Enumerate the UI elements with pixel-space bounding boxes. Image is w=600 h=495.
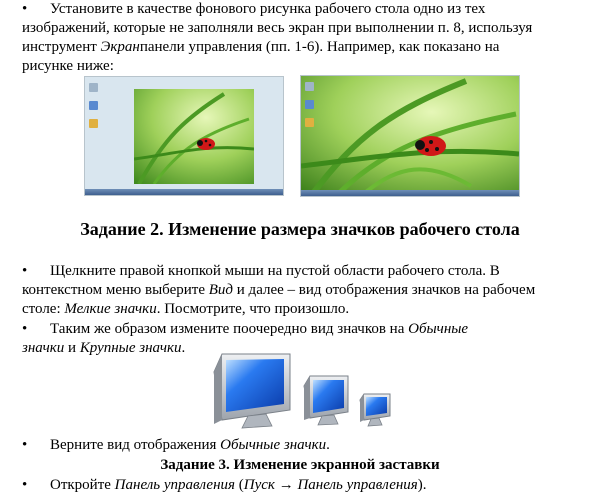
small-monitor-icon (359, 393, 391, 427)
italic-term: Панель управления (297, 477, 418, 493)
italic-term: Вид (208, 282, 234, 298)
section-heading-task3: Задание 3. Изменение экранной заставки (160, 457, 440, 473)
text-run: ( (235, 477, 244, 493)
bullet-marker: • (22, 477, 28, 493)
para-line: Установите в качестве фонового рисунка р… (50, 1, 486, 17)
bullet-paragraph-small-icons: • Щелкните правой кнопкой мыши на пустой… (22, 262, 582, 319)
text-run: контекстном меню выберите (22, 282, 209, 298)
section-heading-task2: Задание 2. Изменение размера значков раб… (80, 219, 520, 239)
text-run: инструмент (22, 39, 101, 55)
text-run: . (326, 437, 330, 453)
folder-icon (305, 118, 314, 127)
wallpaper-image (301, 76, 519, 196)
computer-icon (305, 82, 314, 91)
wallpaper-image (134, 89, 254, 184)
text-run: панели управления (пп. 1-6). Например, к… (139, 39, 500, 55)
italic-term: Мелкие значки (64, 301, 157, 317)
text-run: Откройте (50, 477, 115, 493)
bullet-marker: • (22, 1, 28, 17)
italic-term: Крупные значки (79, 340, 182, 356)
text-run: . Посмотрите, что произошло. (156, 301, 350, 317)
screenshot-desktop-stretched (300, 75, 520, 197)
recycle-bin-icon (89, 101, 98, 110)
text-run: и (64, 340, 80, 356)
bullet-paragraph-restore-view: • Верните вид отображения Обычные значки… (22, 436, 582, 455)
bullet-marker: • (22, 321, 28, 337)
italic-term: Панель управления (114, 477, 236, 493)
para-line: столе: Мелкие значки. Посмотрите, что пр… (22, 300, 582, 319)
para-line: инструмент Экранпанели управления (пп. 1… (22, 38, 582, 57)
text-run: столе: (22, 301, 65, 317)
italic-term: Обычные (408, 321, 469, 337)
bullet-paragraph-wallpaper: • Установите в качестве фонового рисунка… (22, 0, 582, 76)
text-run: Таким же образом измените поочередно вид… (50, 321, 409, 337)
arrow-glyph: → (274, 477, 298, 493)
taskbar (301, 190, 519, 196)
para-line: рисунке ниже: (22, 58, 114, 74)
para-line: Щелкните правой кнопкой мыши на пустой о… (50, 263, 500, 279)
bullet-marker: • (22, 437, 28, 453)
italic-term: Экран (100, 39, 140, 55)
bullet-marker: • (22, 263, 28, 279)
folder-icon (89, 119, 98, 128)
para-line: контекстном меню выберите Вид и далее – … (22, 281, 582, 300)
italic-term: Обычные значки (220, 437, 327, 453)
text-run: . (181, 340, 186, 356)
document-page: • Установите в качестве фонового рисунка… (0, 0, 600, 495)
para-line: Откройте Панель управления (Пуск → Панел… (50, 476, 582, 495)
large-monitor-icon (213, 353, 291, 429)
italic-term: значки (22, 340, 65, 356)
text-run: Верните вид отображения (50, 437, 221, 453)
recycle-bin-icon (305, 100, 314, 109)
text-run: и далее – вид отображения значков на раб… (233, 282, 536, 298)
text-run: ). (417, 477, 427, 493)
medium-monitor-icon (303, 375, 349, 426)
para-line: Таким же образом измените поочередно вид… (50, 320, 582, 339)
para-line: Верните вид отображения Обычные значки. (50, 436, 582, 455)
taskbar (85, 189, 283, 195)
screenshot-desktop-centered (84, 76, 284, 196)
para-line: изображений, которые не заполняли весь э… (22, 20, 533, 36)
computer-icon (89, 83, 98, 92)
monitor-sizes-illustration (213, 353, 391, 429)
italic-term: Пуск (243, 477, 275, 493)
bullet-paragraph-open-control-panel: • Откройте Панель управления (Пуск → Пан… (22, 476, 582, 495)
